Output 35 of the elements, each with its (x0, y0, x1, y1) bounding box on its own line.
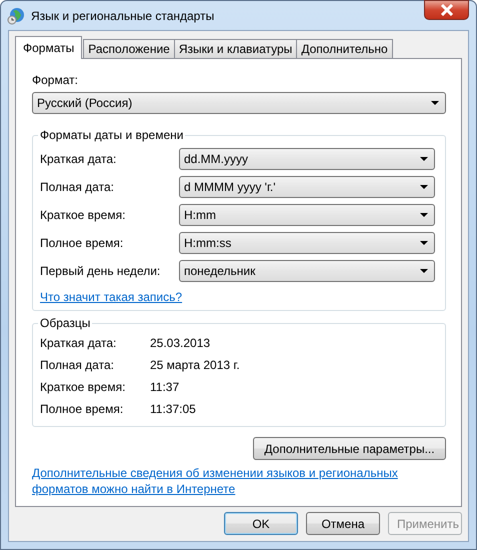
format-label: Формат: (32, 73, 79, 87)
sample-label: Полная дата: (40, 358, 115, 372)
tab[interactable]: Форматы (15, 36, 82, 59)
sample-value: 25.03.2013 (150, 336, 210, 350)
close-button[interactable] (424, 0, 469, 20)
globe-icon (7, 6, 25, 24)
tab[interactable]: Языки и клавиатуры (174, 39, 298, 58)
sample-label: Полное время: (40, 402, 124, 416)
sample-value: 11:37:05 (150, 402, 196, 416)
format-dropdown[interactable]: понедельник (179, 260, 435, 282)
field-label: Краткое время: (40, 208, 126, 222)
close-icon (440, 4, 454, 16)
field-label: Полное время: (40, 236, 124, 250)
format-dropdown[interactable]: H:mm (179, 204, 435, 226)
advanced-settings-button[interactable]: Дополнительные параметры... (253, 437, 446, 460)
sample-value: 25 марта 2013 г. (150, 358, 240, 372)
field-label: Первый день недели: (40, 264, 160, 278)
field-label: Полная дата: (40, 180, 114, 194)
tab[interactable]: Расположение (83, 39, 175, 58)
help-link[interactable]: Что значит такая запись? (40, 290, 182, 304)
ok-button[interactable]: OK (224, 512, 298, 535)
format-dropdown[interactable]: Русский (Россия) (32, 92, 446, 114)
window-title: Язык и региональные стандарты (31, 8, 214, 22)
field-label: Краткая дата: (40, 152, 116, 166)
cancel-button[interactable]: Отмена (306, 512, 380, 535)
group-title: Образцы (39, 316, 92, 330)
tab[interactable]: Дополнительно (296, 39, 393, 58)
format-dropdown[interactable]: d MMMM yyyy 'г.' (179, 176, 435, 198)
sample-label: Краткая дата: (40, 336, 118, 350)
group-title: Форматы даты и времени (39, 128, 184, 142)
format-dropdown[interactable]: H:mm:ss (179, 232, 435, 254)
sample-label: Краткое время: (40, 380, 126, 394)
format-dropdown[interactable]: dd.MM.yyyy (179, 148, 435, 170)
sample-value: 11:37 (150, 380, 180, 394)
info-link[interactable]: Дополнительные сведения об изменении языков и региональных форматов можно найти в Интернете (32, 465, 412, 497)
